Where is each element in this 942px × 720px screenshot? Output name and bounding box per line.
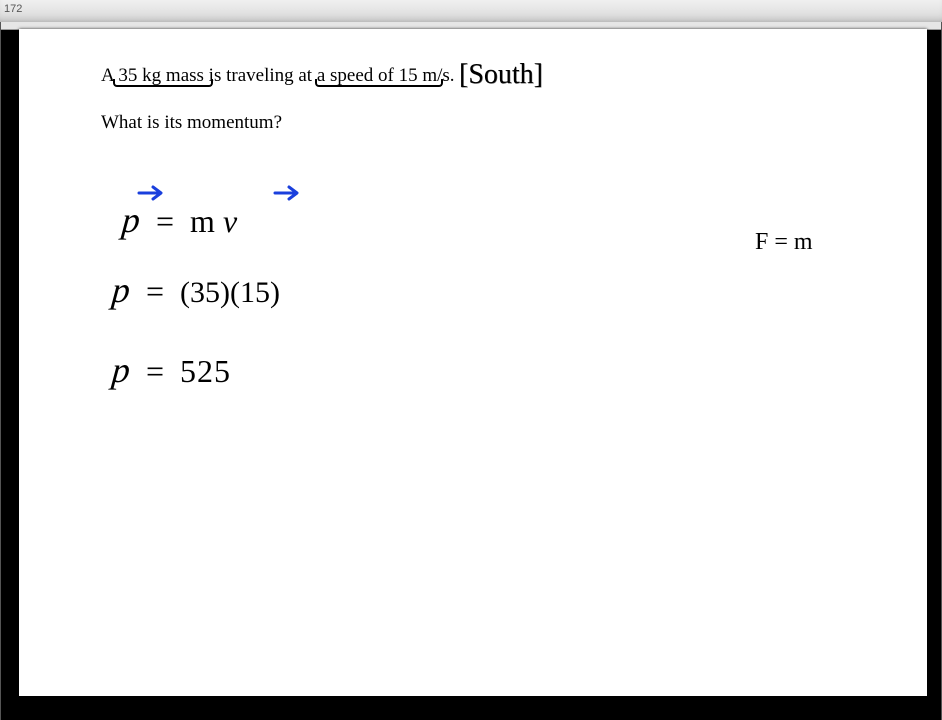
equation-formula: p = m v xyxy=(122,199,237,241)
equation-result: p = 525 xyxy=(112,349,231,391)
direction-annotation: [South] xyxy=(459,59,543,91)
title-bar[interactable]: 172 xyxy=(0,0,942,23)
whiteboard-canvas[interactable]: A 35 kg mass is traveling at a speed of … xyxy=(19,29,927,696)
underline-speed xyxy=(315,79,443,87)
equation-substitution: p = (35)(15) xyxy=(112,269,280,311)
page-number: 172 xyxy=(4,3,22,15)
presentation-stage: A 35 kg mass is traveling at a speed of … xyxy=(0,22,942,720)
problem-statement-line2: What is its momentum? xyxy=(101,112,282,134)
vector-arrow-v-icon xyxy=(273,185,303,206)
underline-mass xyxy=(113,79,213,87)
side-note-force: F = m xyxy=(755,229,813,256)
app-window: 172 A 35 kg mass is traveling at a speed… xyxy=(0,0,942,720)
